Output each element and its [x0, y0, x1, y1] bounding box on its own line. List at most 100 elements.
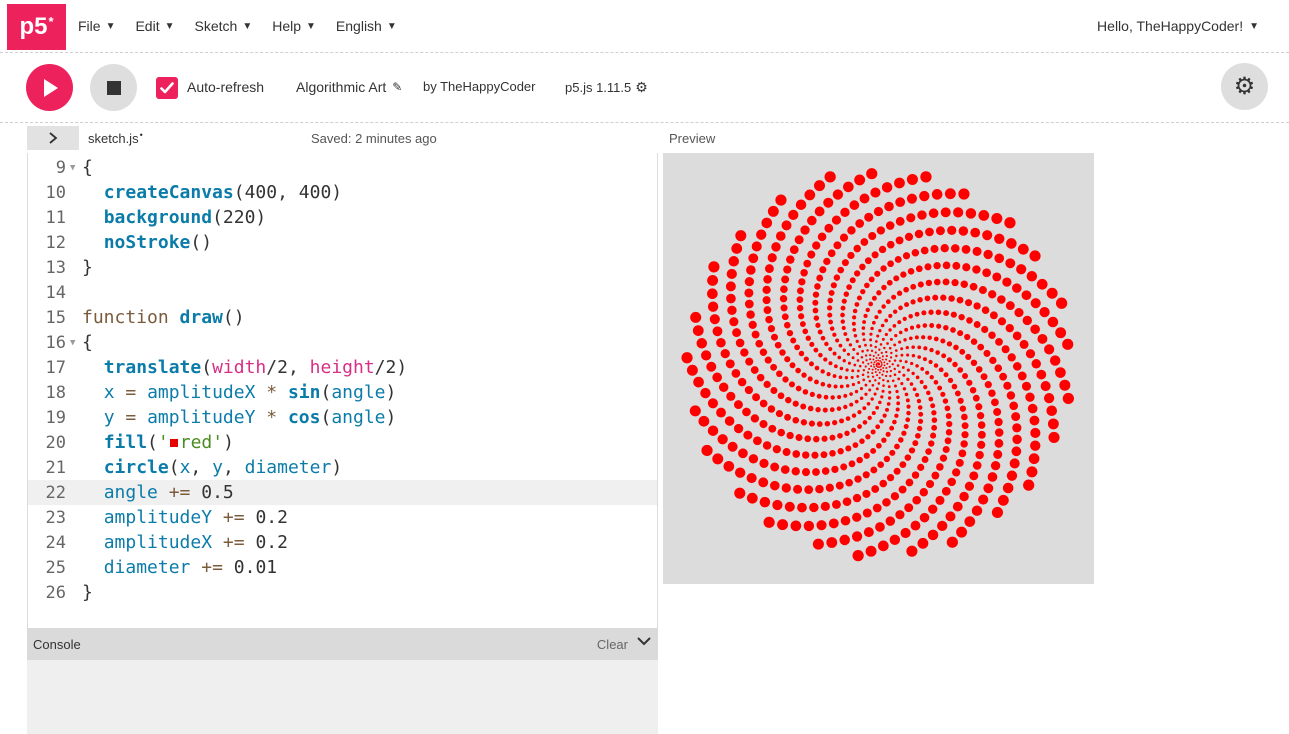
saved-status: Saved: 2 minutes ago [311, 131, 437, 146]
expand-sidebar-button[interactable] [27, 126, 79, 150]
code-line-17[interactable]: 17 translate(width/2, height/2) [28, 355, 657, 380]
user-menu[interactable]: Hello, TheHappyCoder! ▼ [1097, 18, 1259, 34]
menu-help[interactable]: Help ▼ [272, 18, 316, 34]
spiral-dot [910, 361, 914, 366]
spiral-dot [726, 268, 737, 280]
spiral-dot [916, 398, 922, 404]
spiral-dot [987, 472, 998, 482]
spiral-dot [924, 263, 932, 271]
sketch-author[interactable]: by TheHappyCoder [423, 79, 536, 94]
file-tab-sketch-js[interactable]: sketch.js• [88, 130, 143, 146]
spiral-dot [1047, 316, 1059, 328]
auto-refresh-label[interactable]: Auto-refresh [187, 79, 264, 95]
spiral-dot [994, 428, 1004, 437]
spiral-dot [883, 361, 886, 364]
code-line-14[interactable]: 14 [28, 280, 657, 305]
menu-file[interactable]: File ▼ [78, 18, 115, 34]
spiral-dot [821, 435, 828, 442]
spiral-dot [872, 363, 875, 366]
sketch-name[interactable]: Algorithmic Art ✎ [296, 79, 402, 95]
code-line-18[interactable]: 18 x = amplitudeX * sin(angle) [28, 380, 657, 405]
spiral-dot [874, 367, 877, 370]
spiral-dot [735, 338, 745, 348]
spiral-dot [878, 245, 887, 254]
console-clear-button[interactable]: Clear [597, 637, 628, 652]
code-line-24[interactable]: 24 amplitudeX += 0.2 [28, 530, 657, 555]
spiral-dot [953, 344, 959, 351]
spiral-dot [952, 501, 963, 512]
code-line-15[interactable]: 15 function draw() [28, 305, 657, 330]
code-line-13[interactable]: 13} [28, 255, 657, 280]
spiral-dot [964, 333, 971, 341]
code-line-22[interactable]: 22 angle += 0.5 [28, 480, 657, 505]
spiral-dot [946, 357, 953, 363]
spiral-dot [814, 206, 825, 217]
spiral-dot [994, 253, 1005, 264]
spiral-dot [973, 321, 981, 328]
spiral-dot [796, 304, 804, 312]
spiral-dot [997, 317, 1007, 326]
chevron-down-icon[interactable] [636, 634, 652, 650]
spiral-dot [1002, 482, 1014, 494]
console-output[interactable] [27, 660, 658, 734]
play-button[interactable] [26, 64, 73, 111]
spiral-dot [813, 180, 826, 192]
spiral-dot [889, 425, 895, 431]
code-text: createCanvas(400, 400) [103, 182, 343, 203]
spiral-dot [824, 341, 829, 347]
menu-sketch[interactable]: Sketch ▼ [195, 18, 253, 34]
p5-logo[interactable]: p5 * [7, 4, 66, 50]
spiral-dot [856, 375, 860, 378]
spiral-dot [969, 471, 979, 481]
code-line-9[interactable]: 9 ▼{ [28, 155, 657, 180]
gear-icon[interactable]: ⚙ [635, 79, 648, 96]
spiral-dot [921, 456, 929, 463]
spiral-dot [827, 249, 836, 258]
code-line-11[interactable]: 11 background(220) [28, 205, 657, 230]
spiral-dot [1009, 401, 1019, 411]
spiral-dot [861, 326, 866, 330]
code-line-25[interactable]: 25 diameter += 0.01 [28, 555, 657, 580]
spiral-dot [849, 392, 853, 396]
preview-canvas[interactable] [663, 153, 1094, 584]
settings-button[interactable]: ⚙ [1221, 63, 1268, 110]
fold-arrow-icon[interactable]: ▼ [68, 163, 82, 173]
line-number: 26 [45, 582, 66, 603]
spiral-dot [851, 369, 855, 373]
spiral-dot [989, 311, 998, 320]
spiral-dot [815, 322, 821, 328]
code-line-21[interactable]: 21 circle(x, y, diameter) [28, 455, 657, 480]
code-line-12[interactable]: 12 noStroke() [28, 230, 657, 255]
spiral-dot [1030, 324, 1040, 335]
spiral-dot [981, 325, 989, 334]
code-line-16[interactable]: 16 ▼{ [28, 330, 657, 355]
spiral-dot [824, 223, 834, 233]
spiral-dot [904, 302, 910, 308]
spiral-dot [864, 365, 867, 368]
code-line-20[interactable]: 20 fill(' red') [28, 430, 657, 455]
spiral-dot [793, 484, 803, 494]
spiral-dot [848, 460, 856, 468]
spiral-dot [770, 480, 780, 491]
spiral-dot [993, 407, 1002, 416]
spiral-dot [944, 188, 956, 200]
p5-version[interactable]: p5.js 1.11.5 ⚙ [565, 79, 648, 96]
spiral-dot [845, 416, 851, 421]
spiral-dot [912, 440, 919, 447]
spiral-dot [877, 461, 885, 468]
spiral-dot [939, 454, 948, 462]
fold-arrow-icon[interactable]: ▼ [68, 338, 82, 348]
code-line-23[interactable]: 23 amplitudeY += 0.2 [28, 505, 657, 530]
spiral-dot [1012, 331, 1022, 341]
stop-button[interactable] [90, 64, 137, 111]
logo-text: p5 [19, 13, 48, 40]
code-line-10[interactable]: 10 createCanvas(400, 400) [28, 180, 657, 205]
spiral-dot [784, 413, 792, 421]
code-line-26[interactable]: 26} [28, 580, 657, 605]
auto-refresh-checkbox[interactable] [156, 77, 178, 99]
code-line-19[interactable]: 19 y = amplitudeY * cos(angle) [28, 405, 657, 430]
pencil-icon[interactable]: ✎ [392, 80, 402, 94]
menu-language[interactable]: English ▼ [336, 18, 397, 34]
code-editor[interactable]: 9 ▼{10 createCanvas(400, 400) 11 backgroun… [27, 153, 658, 628]
menu-edit[interactable]: Edit ▼ [135, 18, 174, 34]
